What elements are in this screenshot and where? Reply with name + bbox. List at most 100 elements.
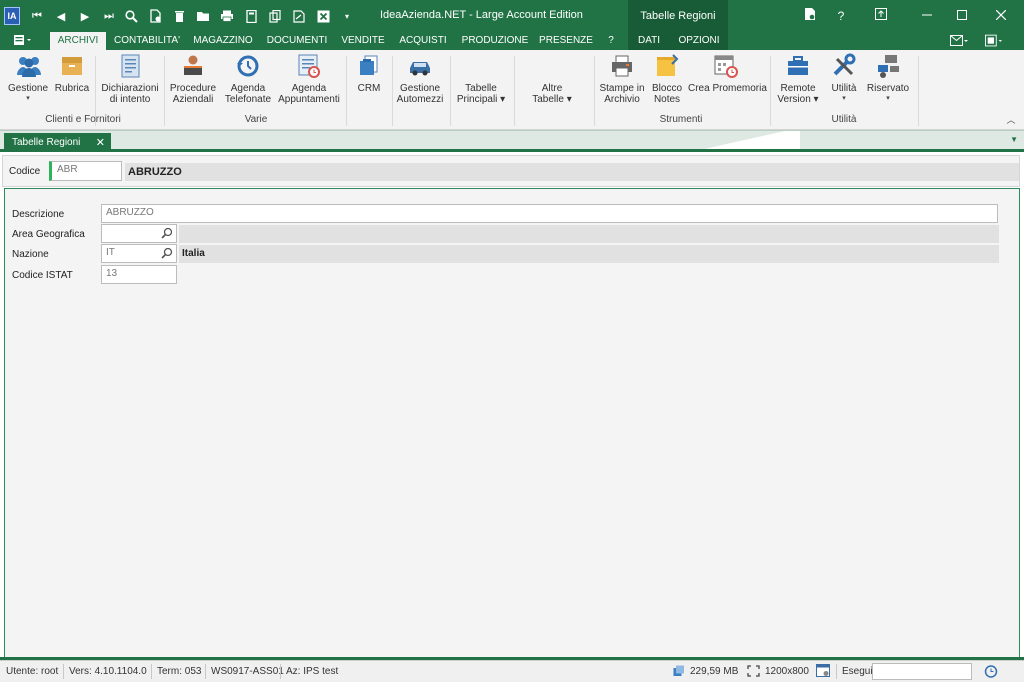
status-versione: Vers: 4.10.1104.0 <box>69 666 147 677</box>
network-settings-icon <box>875 53 901 79</box>
record-editor: Codice ABR ABRUZZO Descrizione ABRUZZO A… <box>0 152 1024 660</box>
crm-icon <box>356 53 382 79</box>
last-record-icon[interactable]: ⏭ <box>100 7 118 25</box>
nazione-input[interactable]: IT <box>101 244 177 263</box>
esegui-input[interactable] <box>872 663 972 680</box>
ribbon: Gestione ▾ Rubrica Dichiarazioni di inte… <box>0 50 1024 130</box>
print-icon[interactable] <box>218 7 236 25</box>
riservato-button[interactable]: Riservato ▾ <box>864 53 912 103</box>
status-separator <box>280 664 281 679</box>
timer-icon[interactable] <box>984 664 998 681</box>
blocco-notes-button[interactable]: Blocco Notes <box>648 53 686 105</box>
excel-export-icon[interactable] <box>314 7 332 25</box>
maximize-icon[interactable] <box>952 7 972 25</box>
open-folder-icon[interactable] <box>194 7 212 25</box>
area-geografica-description <box>179 225 999 243</box>
remote-version-button[interactable]: Remote Version ▾ <box>774 53 822 105</box>
area-geografica-label: Area Geografica <box>12 229 85 240</box>
first-record-icon[interactable]: ⏮ <box>28 7 46 25</box>
gestione-automezzi-button[interactable]: Gestione Automezzi <box>394 53 446 105</box>
agenda-appuntamenti-button[interactable]: Agenda Appuntamenti <box>278 53 340 105</box>
printer-icon <box>609 53 635 79</box>
copy-icon[interactable] <box>266 7 284 25</box>
descrizione-input[interactable]: ABRUZZO <box>101 204 998 223</box>
ribbon-tab-bar: ARCHIVI CONTABILITA' MAGAZZINO DOCUMENTI… <box>0 32 1024 50</box>
search-icon[interactable] <box>122 7 140 25</box>
close-icon[interactable] <box>991 7 1011 25</box>
area-geografica-input[interactable] <box>101 224 177 243</box>
tab-contabilita[interactable]: CONTABILITA' <box>110 32 184 50</box>
gestione-button[interactable]: Gestione ▾ <box>6 53 50 103</box>
codice-istat-input[interactable]: 13 <box>101 265 177 284</box>
tab-presenze[interactable]: PRESENZE <box>536 32 596 50</box>
mail-icon[interactable] <box>950 32 968 50</box>
agenda-telefonate-button[interactable]: Agenda Telefonate <box>222 53 274 105</box>
tab-magazzino[interactable]: MAGAZZINO <box>190 32 256 50</box>
sticky-note-icon <box>654 53 680 79</box>
crea-promemoria-button[interactable]: Crea Promemoria <box>688 53 767 94</box>
previous-record-icon[interactable]: ◀ <box>52 7 70 25</box>
window-layout-icon[interactable] <box>985 32 1003 50</box>
tab-acquisti[interactable]: ACQUISTI <box>394 32 452 50</box>
codice-istat-label: Codice ISTAT <box>12 270 73 281</box>
app-logo-icon[interactable]: IA <box>4 7 20 25</box>
ribbon-separator <box>346 56 347 126</box>
status-separator <box>836 664 837 679</box>
status-separator <box>205 664 206 679</box>
status-azienda: Az: IPS test <box>286 666 339 677</box>
memory-icon <box>673 665 685 680</box>
tab-help[interactable]: ? <box>600 32 622 50</box>
tab-documenti[interactable]: DOCUMENTI <box>262 32 332 50</box>
group-label-varie: Varie <box>244 114 268 125</box>
resolution-icon <box>747 665 760 680</box>
minimize-icon[interactable] <box>917 7 937 25</box>
codice-description: ABRUZZO <box>125 163 1019 181</box>
lookup-search-icon[interactable] <box>161 227 173 239</box>
app-menu-icon[interactable] <box>12 34 34 48</box>
tabelle-principali-button[interactable]: Tabelle Principali ▾ <box>452 83 510 105</box>
delete-icon[interactable] <box>170 7 188 25</box>
ribbon-separator <box>164 56 165 126</box>
window-title: IdeaAzienda.NET - Large Account Edition <box>380 9 583 21</box>
esegui-label: Esegui <box>842 666 873 677</box>
tab-vendite[interactable]: VENDITE <box>337 32 389 50</box>
group-label-strumenti: Strumenti <box>659 114 703 125</box>
dichiarazioni-intento-button[interactable]: Dichiarazioni di intento <box>99 53 161 105</box>
tab-archivi[interactable]: ARCHIVI <box>50 32 106 50</box>
export-document-icon[interactable] <box>290 7 308 25</box>
calculator-icon[interactable] <box>242 7 260 25</box>
codice-input[interactable]: ABR <box>49 161 122 181</box>
restore-ribbon-icon[interactable] <box>871 7 891 25</box>
status-risoluzione: 1200x800 <box>765 666 809 677</box>
customize-toolbar-icon[interactable]: ▾ <box>338 7 356 25</box>
tab-dati[interactable]: DATI <box>630 32 668 50</box>
lookup-search-icon[interactable] <box>161 247 173 259</box>
procedure-aziendali-button[interactable]: Procedure Aziendali <box>168 53 218 105</box>
ribbon-separator <box>770 56 771 126</box>
record-key-row: Codice ABR ABRUZZO <box>2 155 1020 187</box>
document-info-icon[interactable] <box>800 7 820 25</box>
nazione-description: Italia <box>179 245 999 263</box>
briefcase-icon <box>785 53 811 79</box>
ribbon-separator <box>392 56 393 126</box>
help-icon[interactable]: ? <box>831 7 851 25</box>
group-label-clienti-fornitori: Clienti e Fornitori <box>45 114 121 125</box>
tab-produzione[interactable]: PRODUZIONE <box>458 32 532 50</box>
status-terminale: Term: 053 <box>157 666 202 677</box>
ribbon-separator <box>918 56 919 126</box>
ribbon-separator <box>450 56 451 126</box>
next-record-icon[interactable]: ▶ <box>76 7 94 25</box>
rubrica-button[interactable]: Rubrica <box>52 53 92 94</box>
tab-list-dropdown-icon[interactable]: ▼ <box>1010 135 1018 144</box>
address-book-icon <box>59 53 85 79</box>
stampe-archivio-button[interactable]: Stampe in Archivio <box>598 53 646 105</box>
altre-tabelle-button[interactable]: Altre Tabelle ▾ <box>524 83 580 105</box>
new-record-icon[interactable] <box>146 7 164 25</box>
tab-opzioni[interactable]: OPZIONI <box>672 32 726 50</box>
collapse-ribbon-icon[interactable]: ︿ <box>1002 110 1020 128</box>
utilita-button[interactable]: Utilità ▾ <box>826 53 862 103</box>
status-separator <box>151 664 152 679</box>
crm-button[interactable]: CRM <box>350 53 388 94</box>
window-settings-icon[interactable] <box>816 664 831 681</box>
codice-label: Codice <box>9 166 41 177</box>
